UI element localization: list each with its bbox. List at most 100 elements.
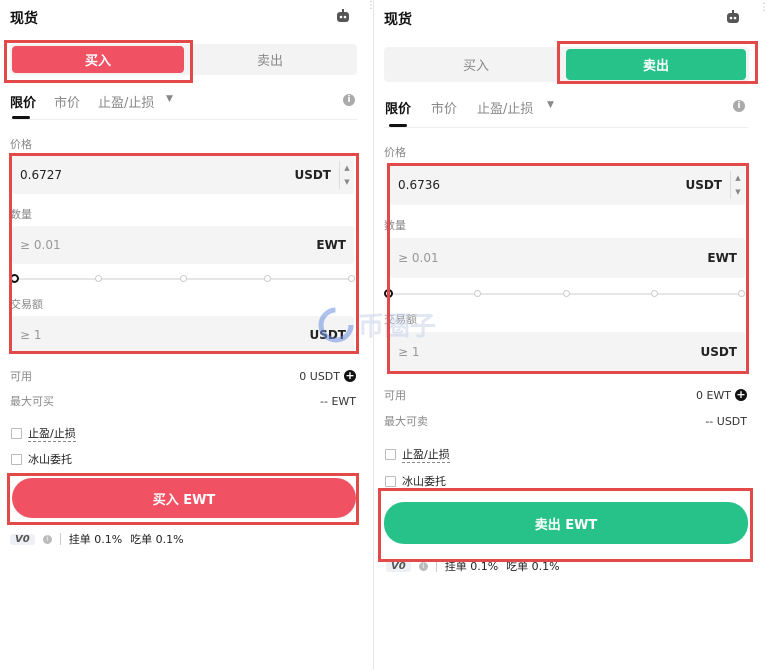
tab-market[interactable]: 市价 (54, 92, 80, 111)
price-field[interactable]: 0.6736 USDT ▲ ▼ (390, 165, 745, 205)
max-value: -- USDT (705, 414, 747, 428)
divider (10, 119, 357, 120)
increment-icon[interactable]: ▲ (731, 171, 745, 185)
amount-input[interactable]: ≥ 1 (20, 328, 42, 342)
slider-mark-25[interactable] (474, 290, 481, 297)
increment-icon[interactable]: ▲ (340, 161, 354, 175)
qty-input[interactable]: ≥ 0.01 (20, 238, 61, 252)
available-value: 0 USDT (299, 369, 340, 383)
amount-input[interactable]: ≥ 1 (398, 345, 420, 359)
fee-row: V0 i 挂单 0.1% 吃单 0.1% (386, 558, 560, 574)
price-label: 价格 (10, 138, 32, 151)
sell-tab-button[interactable]: 卖出 (184, 46, 356, 73)
menu-icon[interactable]: ⋮ (759, 3, 769, 13)
maker-fee: 挂单 0.1% (444, 560, 499, 573)
buy-tab-button[interactable]: 买入 (12, 46, 184, 73)
tpsl-checkbox[interactable]: 止盈/止损 (11, 425, 76, 442)
price-input[interactable]: 0.6736 (398, 178, 440, 192)
page-title: 现货 (10, 11, 38, 27)
divider (384, 127, 748, 128)
amount-field[interactable]: ≥ 1 USDT (12, 316, 354, 354)
max-row: 最大可卖 -- USDT (384, 413, 747, 429)
tab-limit[interactable]: 限价 (10, 92, 36, 111)
tab-tpsl[interactable]: 止盈/止损 (477, 98, 533, 117)
price-unit: USDT (685, 178, 722, 192)
caret-down-icon[interactable]: ▼ (547, 100, 554, 110)
price-field[interactable]: 0.6727 USDT ▲ ▼ (12, 156, 354, 194)
qty-unit: EWT (707, 251, 737, 265)
watermark: 币圈子 (318, 306, 436, 343)
checkbox-icon[interactable] (11, 428, 22, 439)
tpsl-label: 止盈/止损 (402, 448, 450, 463)
robot-icon[interactable] (335, 9, 351, 23)
plus-circle-icon[interactable]: + (735, 389, 747, 401)
available-row: 可用 0 USDT + (10, 368, 356, 384)
buy-submit-button[interactable]: 买入 EWT (12, 478, 356, 518)
plus-circle-icon[interactable]: + (344, 370, 356, 382)
checkbox-icon[interactable] (385, 475, 396, 487)
price-stepper[interactable]: ▲ ▼ (730, 171, 745, 199)
info-icon[interactable]: i (42, 534, 52, 544)
buy-tab-button[interactable]: 买入 (386, 49, 566, 80)
tab-market[interactable]: 市价 (431, 98, 457, 117)
slider-mark-75[interactable] (264, 275, 271, 282)
tpsl-checkbox[interactable]: 止盈/止损 (385, 446, 450, 463)
tpsl-label: 止盈/止损 (28, 427, 76, 442)
sell-tab-button[interactable]: 卖出 (566, 49, 746, 80)
info-icon[interactable]: i (418, 561, 428, 571)
slider-handle[interactable] (384, 289, 393, 298)
amount-unit: USDT (700, 345, 737, 359)
info-icon[interactable]: i (343, 94, 355, 106)
robot-icon[interactable] (725, 10, 741, 24)
available-row: 可用 0 EWT + (384, 387, 747, 403)
price-unit: USDT (294, 168, 331, 182)
sell-submit-button[interactable]: 卖出 EWT (384, 502, 748, 544)
slider-handle[interactable] (10, 274, 19, 283)
caret-down-icon[interactable]: ▼ (166, 94, 173, 104)
max-row: 最大可买 -- EWT (10, 393, 356, 409)
slider-mark-100[interactable] (348, 275, 355, 282)
available-label: 可用 (10, 370, 32, 383)
amount-field[interactable]: ≥ 1 USDT (390, 332, 745, 372)
fee-row: V0 i 挂单 0.1% 吃单 0.1% (10, 531, 184, 547)
info-icon[interactable]: i (733, 100, 745, 112)
checkbox-icon[interactable] (385, 449, 396, 460)
taker-fee: 吃单 0.1% (130, 533, 184, 546)
checkbox-icon[interactable] (11, 453, 22, 465)
qty-unit: EWT (316, 238, 346, 252)
vip-badge: V0 (386, 560, 411, 572)
maker-fee: 挂单 0.1% (68, 533, 123, 546)
iceberg-label: 冰山委托 (28, 453, 72, 466)
amount-label: 交易额 (10, 298, 43, 311)
qty-input[interactable]: ≥ 0.01 (398, 251, 439, 265)
qty-field[interactable]: ≥ 0.01 EWT (390, 238, 745, 278)
slider-mark-50[interactable] (563, 290, 570, 297)
max-label: 最大可卖 (384, 415, 428, 428)
max-value: -- EWT (320, 394, 356, 408)
price-input[interactable]: 0.6727 (20, 168, 62, 182)
taker-fee: 吃单 0.1% (506, 560, 560, 573)
price-stepper[interactable]: ▲ ▼ (339, 161, 354, 189)
watermark-logo-icon (318, 307, 354, 342)
qty-label: 数量 (384, 219, 406, 232)
qty-field[interactable]: ≥ 0.01 EWT (12, 226, 354, 264)
tab-limit[interactable]: 限价 (385, 98, 411, 117)
decrement-icon[interactable]: ▼ (340, 175, 354, 189)
slider-mark-100[interactable] (738, 290, 745, 297)
iceberg-checkbox[interactable]: 冰山委托 (385, 473, 446, 489)
separator (59, 533, 61, 545)
separator (435, 560, 437, 572)
tab-tpsl[interactable]: 止盈/止损 (98, 92, 154, 111)
available-value: 0 EWT (695, 388, 731, 402)
decrement-icon[interactable]: ▼ (731, 185, 745, 199)
watermark-text: 币圈子 (358, 312, 437, 342)
slider-mark-75[interactable] (651, 290, 658, 297)
page-title: 现货 (384, 12, 412, 28)
qty-label: 数量 (10, 208, 32, 221)
price-label: 价格 (384, 146, 406, 159)
slider-mark-50[interactable] (180, 275, 187, 282)
iceberg-label: 冰山委托 (402, 475, 446, 488)
vip-badge: V0 (10, 533, 35, 545)
iceberg-checkbox[interactable]: 冰山委托 (11, 451, 72, 467)
slider-mark-25[interactable] (95, 275, 102, 282)
